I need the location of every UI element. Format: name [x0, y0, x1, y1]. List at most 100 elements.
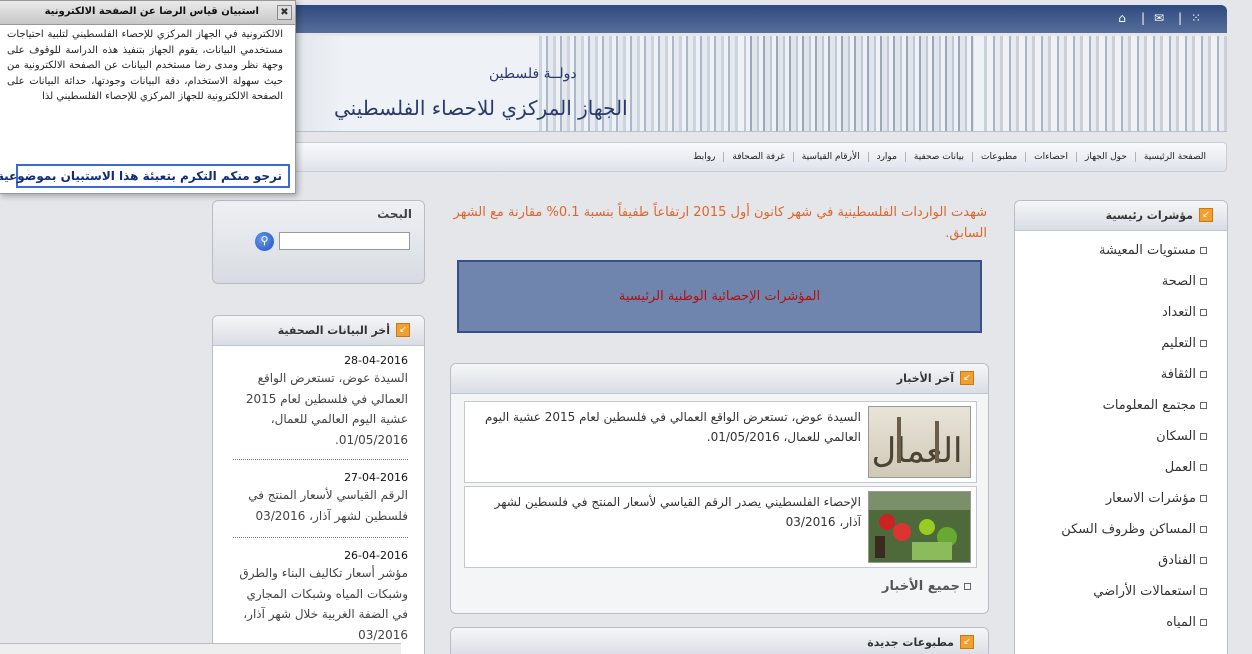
press-text[interactable]: مؤشر أسعار تكاليف البناء والطرق وشبكات ا… — [229, 563, 409, 645]
indicator-item[interactable]: التعليم — [1162, 336, 1208, 351]
press-releases-title: أخر البيانات الصحفية — [278, 324, 391, 337]
press-date: 27-04-2016 — [345, 471, 409, 484]
main-indicators-header: ↙ مؤشرات رئيسية — [1016, 201, 1228, 231]
indicator-label[interactable]: استعمالات الأراضي — [1094, 584, 1197, 599]
indicator-label[interactable]: مستويات المعيشة — [1100, 243, 1197, 258]
bullet-icon — [1201, 588, 1208, 595]
home-icon[interactable]: ⌂ — [1115, 11, 1131, 25]
search-title: البحث — [378, 207, 413, 221]
press-releases-box: ↙ أخر البيانات الصحفية 28-04-2016 السيدة… — [213, 315, 426, 654]
news-thumbnail-image[interactable] — [869, 491, 972, 563]
new-publications-header: ↙ مطبوعات جديدة — [452, 628, 989, 654]
sitemap-icon[interactable]: ⁙ — [1189, 11, 1205, 25]
news-item[interactable]: العمال السيدة عوض، تستعرض الواقع العمالي… — [465, 401, 978, 483]
all-news-link[interactable]: جميع الأخبار — [883, 579, 972, 594]
news-text[interactable]: الإحصاء الفلسطيني يصدر الرقم القياسي لأس… — [477, 492, 862, 532]
bullet-icon — [1201, 464, 1208, 471]
news-text[interactable]: السيدة عوض، تستعرض الواقع العمالي في فلس… — [477, 407, 862, 447]
arrow-icon: ↙ — [961, 371, 975, 385]
survey-link[interactable]: نرجو منكم التكرم بتعبئة هذا الاستبيان بم… — [0, 164, 291, 188]
main-indicators-title: مؤشرات رئيسية — [1106, 209, 1194, 222]
press-item[interactable]: 26-04-2016 مؤشر أسعار تكاليف البناء والط… — [229, 549, 409, 645]
indicator-item[interactable]: الثقافة — [1162, 367, 1208, 382]
nav-item-indices[interactable]: الأرقام القياسية — [793, 152, 869, 162]
svg-text:العمال: العمال — [873, 431, 964, 471]
popup-header: استبيان قياس الرضا عن الصفحة الالكترونية… — [1, 1, 296, 25]
nav-item-press-room[interactable]: غرفة الصحافة — [724, 152, 793, 162]
press-text[interactable]: السيدة عوض، تستعرض الواقع العمالي في فلس… — [229, 368, 409, 450]
bullet-icon — [965, 583, 972, 590]
bullet-icon — [1201, 309, 1208, 316]
nav-item-links[interactable]: روابط — [686, 152, 724, 162]
national-indicators-link[interactable]: المؤشرات الإحصائية الوطنية الرئيسية — [458, 260, 983, 333]
indicator-label[interactable]: السكان — [1157, 429, 1197, 444]
bullet-icon — [1201, 433, 1208, 440]
nav-item-press-releases[interactable]: بيانات صحفية — [905, 152, 973, 162]
search-input[interactable] — [280, 232, 411, 250]
main-indicators-box: ↙ مؤشرات رئيسية مستويات المعيشة الصحة ال… — [1015, 200, 1229, 654]
indicator-item[interactable]: التعداد — [1163, 305, 1208, 320]
bullet-icon — [1201, 557, 1208, 564]
separator: | — [1141, 11, 1147, 25]
indicator-label[interactable]: التعداد — [1163, 305, 1197, 320]
indicator-item[interactable]: مؤشرات الاسعار — [1107, 491, 1208, 506]
indicator-label[interactable]: المياه — [1167, 615, 1197, 630]
indicator-label[interactable]: التعليم — [1162, 336, 1197, 351]
indicator-item[interactable]: العمل — [1166, 460, 1208, 475]
indicator-item[interactable]: استعمالات الأراضي — [1094, 584, 1208, 599]
latest-news-box: ↙ آخر الأخبار العمال السيدة عوض، تستعرض … — [451, 363, 990, 614]
survey-popup: استبيان قياس الرضا عن الصفحة الالكترونية… — [0, 0, 297, 194]
banner-state-name: دولــة فلسطين — [490, 66, 578, 82]
indicator-item[interactable]: المساكن وظروف السكن — [1062, 522, 1208, 537]
indicator-label[interactable]: مؤشرات الاسعار — [1107, 491, 1197, 506]
indicator-item[interactable]: الصحة — [1163, 274, 1208, 289]
indicator-label[interactable]: الصحة — [1163, 274, 1197, 289]
indicator-label[interactable]: العمل — [1166, 460, 1197, 475]
new-publications-title: مطبوعات جديدة — [868, 636, 955, 649]
search-icon[interactable]: ⚲ — [256, 232, 275, 251]
bullet-icon — [1201, 526, 1208, 533]
nav-item-about[interactable]: حول الجهاز — [1076, 152, 1136, 162]
popup-body-text: الالكترونية في الجهاز المركزي للإحصاء ال… — [8, 29, 284, 102]
news-thumbnail-image[interactable]: العمال — [869, 406, 972, 478]
indicator-label[interactable]: الفنادق — [1159, 553, 1197, 568]
indicator-item[interactable]: مستويات المعيشة — [1100, 243, 1208, 258]
divider — [234, 459, 409, 460]
site-banner: دولــة فلسطين الجهاز المركزي للاحصاء الف… — [285, 36, 1228, 132]
press-text[interactable]: الرقم القياسي لأسعار المنتج في فلسطين لش… — [229, 485, 409, 526]
press-date: 26-04-2016 — [345, 549, 409, 562]
all-news-label[interactable]: جميع الأخبار — [883, 579, 961, 594]
bullet-icon — [1201, 340, 1208, 347]
nav-item-publications[interactable]: مطبوعات — [973, 152, 1026, 162]
new-publications-box: ↙ مطبوعات جديدة — [451, 627, 990, 654]
indicator-item[interactable]: السكان — [1157, 429, 1208, 444]
press-item[interactable]: 28-04-2016 السيدة عوض، تستعرض الواقع الع… — [229, 354, 409, 450]
bullet-icon — [1201, 247, 1208, 254]
news-item[interactable]: الإحصاء الفلسطيني يصدر الرقم القياسي لأس… — [465, 486, 978, 568]
indicator-item[interactable]: مجتمع المعلومات — [1104, 398, 1208, 413]
bullet-icon — [1201, 278, 1208, 285]
arrow-icon: ↙ — [397, 323, 411, 337]
indicator-label[interactable]: الثقافة — [1162, 367, 1197, 382]
bullet-icon — [1201, 371, 1208, 378]
nav-item-home[interactable]: الصفحة الرئيسية — [1135, 152, 1215, 162]
headline-text[interactable]: شهدت الواردات الفلسطينية في شهر كانون أو… — [448, 202, 988, 244]
bullet-icon — [1201, 495, 1208, 502]
latest-news-header: ↙ آخر الأخبار — [452, 364, 989, 394]
divider — [234, 537, 409, 538]
main-nav: الصفحة الرئيسية حول الجهاز احصاءات مطبوع… — [285, 142, 1228, 172]
nav-item-resources[interactable]: موارد — [868, 152, 906, 162]
status-bar — [0, 643, 402, 654]
indicator-item[interactable]: المياه — [1167, 615, 1208, 630]
latest-news-title: آخر الأخبار — [897, 372, 955, 385]
press-date: 28-04-2016 — [345, 354, 409, 367]
indicator-label[interactable]: المساكن وظروف السكن — [1062, 522, 1197, 537]
nav-item-statistics[interactable]: احصاءات — [1026, 152, 1077, 162]
mail-icon[interactable]: ✉ — [1152, 11, 1168, 25]
bullet-icon — [1201, 402, 1208, 409]
banner-org-name: الجهاز المركزي للاحصاء الفلسطيني — [335, 96, 629, 120]
indicator-label[interactable]: مجتمع المعلومات — [1104, 398, 1197, 413]
indicator-item[interactable]: الفنادق — [1159, 553, 1208, 568]
press-item[interactable]: 27-04-2016 الرقم القياسي لأسعار المنتج ف… — [229, 471, 409, 526]
close-icon[interactable]: ✖ — [278, 5, 293, 20]
